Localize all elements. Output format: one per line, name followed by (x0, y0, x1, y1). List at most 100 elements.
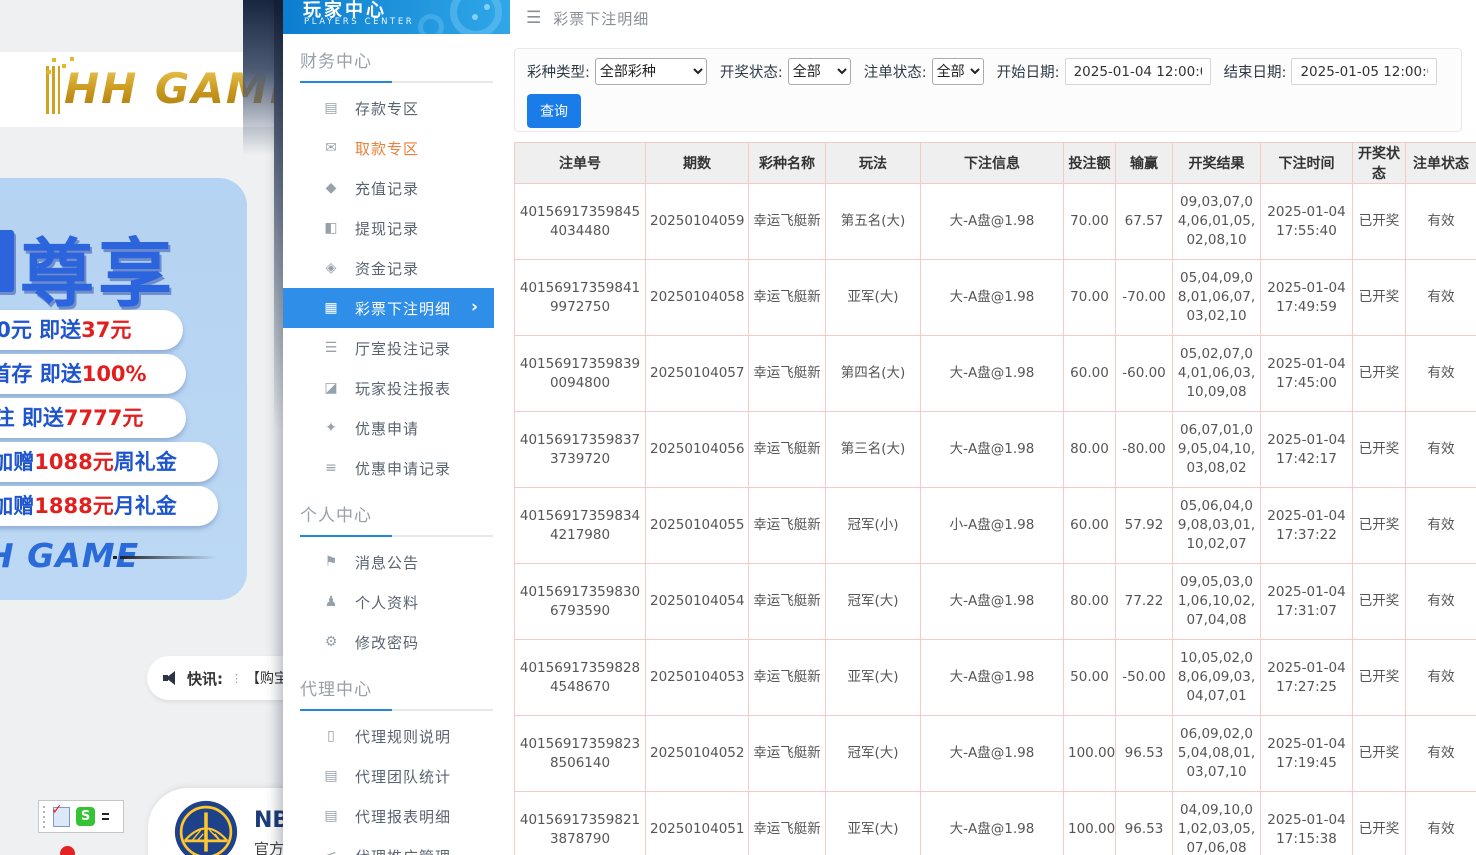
bell-icon: ⚑ (321, 554, 341, 570)
nba-card[interactable]: NBA 官方 (148, 788, 283, 855)
section-underline (300, 81, 493, 83)
sidebar-item-label: 修改密码 (355, 632, 419, 653)
hamburger-menu-icon[interactable]: ☰ (526, 8, 541, 28)
table-row: 40156917359845403448020250104059幸运飞艇新第五名… (515, 184, 1476, 260)
promo-pill-text: 100% (82, 362, 147, 386)
cell-order_status: 有效 (1406, 260, 1476, 336)
gamepad-button-dot (484, 4, 490, 10)
cell-win_loss: 96.53 (1116, 792, 1173, 855)
main-content: ☰ 彩票下注明细 彩种类型:全部彩种开奖状态:全部注单状态:全部开始日期:结束日… (510, 0, 1476, 855)
promo-pill[interactable]: 投注 即送7777元 (0, 398, 186, 438)
promo-pill-text: 1888元 (34, 494, 113, 518)
sidebar-item-lottery-bet-detail[interactable]: ▦彩票下注明细› (283, 288, 494, 328)
promo-pill-text: 投注 即送 (0, 406, 64, 430)
sidebar-item-agent-promotion[interactable]: <代理推广管理 (283, 836, 494, 855)
draw-status-select[interactable]: 全部 (788, 58, 851, 85)
cell-lottery: 幸运飞艇新 (749, 640, 826, 716)
section-title: 代理中心 (300, 675, 510, 700)
cell-result: 05,04,09,08,01,06,07,03,02,10 (1173, 260, 1261, 336)
sidebar-item-change-password[interactable]: ⚙ 修改密码 (283, 622, 494, 662)
person-icon: ♟ (321, 594, 341, 610)
end-date-input[interactable] (1291, 58, 1437, 85)
sidebar-item-promo-apply-record[interactable]: ≡优惠申请记录 (283, 448, 494, 488)
sidebar-item-message-notice[interactable]: ⚑消息公告 (283, 542, 494, 582)
sidebar-item-profile[interactable]: ♟ 个人资料 (283, 582, 494, 622)
cell-play: 第五名(大) (826, 184, 921, 260)
section-underline (300, 535, 493, 537)
sidebar-item-agent-report-detail[interactable]: ▤代理报表明细 (283, 796, 494, 836)
promo-pill[interactable]: 60元 即送37元 (0, 310, 183, 350)
lottery-type-select[interactable]: 全部彩种 (595, 58, 707, 85)
promo-pill[interactable]: 天加赠1888元月礼金 (0, 486, 218, 526)
sidebar-item-label: 个人资料 (355, 592, 419, 613)
order-status-select[interactable]: 全部 (932, 58, 984, 85)
drag-handle-icon[interactable] (43, 806, 49, 828)
cell-win_loss: 57.92 (1116, 488, 1173, 564)
start-date-input[interactable] (1065, 58, 1211, 85)
cell-amount: 80.00 (1064, 564, 1116, 640)
cell-win_loss: -70.00 (1116, 260, 1173, 336)
logo-spark (70, 57, 74, 61)
cell-bet_info: 大-A盘@1.98 (921, 260, 1064, 336)
sidebar-menu: 财务中心▤存款专区✉取款专区◆充值记录◧提现记录◈资金记录▦彩票下注明细›☰厅室… (283, 47, 510, 855)
cell-draw_status: 已开奖 (1353, 184, 1406, 260)
sidebar-item-label: 代理报表明细 (355, 806, 451, 827)
sidebar-item-label: 彩票下注明细 (355, 298, 451, 319)
table-row: 40156917359837373972020250104056幸运飞艇新第三名… (515, 412, 1476, 488)
cell-bet_info: 大-A盘@1.98 (921, 640, 1064, 716)
sidebar-item-agent-team-stats[interactable]: ▤代理团队统计 (283, 756, 494, 796)
cell-result: 04,09,10,01,02,03,05,07,06,08 (1173, 792, 1261, 855)
sidebar-item-player-bet-report[interactable]: ◪玩家投注报表 (283, 368, 494, 408)
cell-play: 冠军(大) (826, 716, 921, 792)
cell-order_no: 401569173598344217980 (515, 488, 646, 564)
cell-win_loss: -60.00 (1116, 336, 1173, 412)
cell-bet_info: 大-A盘@1.98 (921, 412, 1064, 488)
table-row: 40156917359830679359020250104054幸运飞艇新冠军(… (515, 564, 1476, 640)
cell-win_loss: 77.22 (1116, 564, 1173, 640)
column-header: 注单状态 (1406, 143, 1476, 184)
cell-bet_time: 2025-01-04 17:55:40 (1261, 184, 1353, 260)
cell-bet_info: 大-A盘@1.98 (921, 564, 1064, 640)
collapse-icon[interactable] (102, 813, 109, 820)
cell-bet_info: 小-A盘@1.98 (921, 488, 1064, 564)
notes-check-icon[interactable] (53, 807, 70, 827)
cell-order_status: 有效 (1406, 336, 1476, 412)
sidebar-item-withdraw-zone[interactable]: ✉取款专区 (283, 128, 494, 168)
bet-table: 注单号期数彩种名称玩法下注信息投注额输赢开奖结果下注时间开奖状态注单状态 401… (514, 142, 1476, 855)
column-header: 彩种名称 (749, 143, 826, 184)
logo-spark (52, 58, 56, 62)
sidebar-item-recharge-record[interactable]: ◆充值记录 (283, 168, 494, 208)
cell-draw_status: 已开奖 (1353, 260, 1406, 336)
cell-order_no: 401569173598306793590 (515, 564, 646, 640)
promo-pill[interactable]: 天加赠1088元周礼金 (0, 442, 218, 482)
drawer-subtitle: PLAYERS CENTER (304, 17, 414, 27)
gift-icon: ✦ (321, 420, 341, 436)
sidebar-item-withdraw-record[interactable]: ◧提现记录 (283, 208, 494, 248)
sidebar-item-hall-bet-record[interactable]: ☰厅室投注记录 (283, 328, 494, 368)
ime-widget[interactable]: S (38, 800, 124, 833)
promo-pill[interactable]: 户首存 即送100% (0, 354, 186, 394)
sidebar-item-label: 代理推广管理 (355, 846, 451, 855)
sidebar-item-deposit-zone[interactable]: ▤存款专区 (283, 88, 494, 128)
filter-label-end-date: 结束日期: (1224, 61, 1287, 82)
cell-result: 10,05,02,08,06,09,03,04,07,01 (1173, 640, 1261, 716)
sidebar-item-promo-apply[interactable]: ✦优惠申请 (283, 408, 494, 448)
cell-lottery: 幸运飞艇新 (749, 184, 826, 260)
news-ticker[interactable]: 快讯: ⋮ 【购宝 (147, 656, 283, 700)
ticker-label: 快讯: (187, 668, 223, 689)
sidebar-item-agent-rules[interactable]: ▯代理规则说明 (283, 716, 494, 756)
promo-bottom-logo: H GAME (0, 536, 139, 575)
chevron-right-icon: › (471, 297, 478, 317)
bet-table-head: 注单号期数彩种名称玩法下注信息投注额输赢开奖结果下注时间开奖状态注单状态 (515, 143, 1476, 184)
sidebar-item-label: 厅室投注记录 (355, 338, 451, 359)
promo-pill-text: 月礼金 (114, 494, 177, 518)
query-button[interactable]: 查询 (527, 94, 581, 128)
sogou-icon[interactable]: S (76, 807, 95, 826)
cell-bet_time: 2025-01-04 17:45:00 (1261, 336, 1353, 412)
promo-pill-text: 1088元 (34, 450, 113, 474)
cell-draw_status: 已开奖 (1353, 564, 1406, 640)
cell-win_loss: 67.57 (1116, 184, 1173, 260)
cell-period: 20250104059 (646, 184, 749, 260)
sidebar-item-funds-record[interactable]: ◈资金记录 (283, 248, 494, 288)
gear-icon: ⚙ (321, 634, 341, 650)
